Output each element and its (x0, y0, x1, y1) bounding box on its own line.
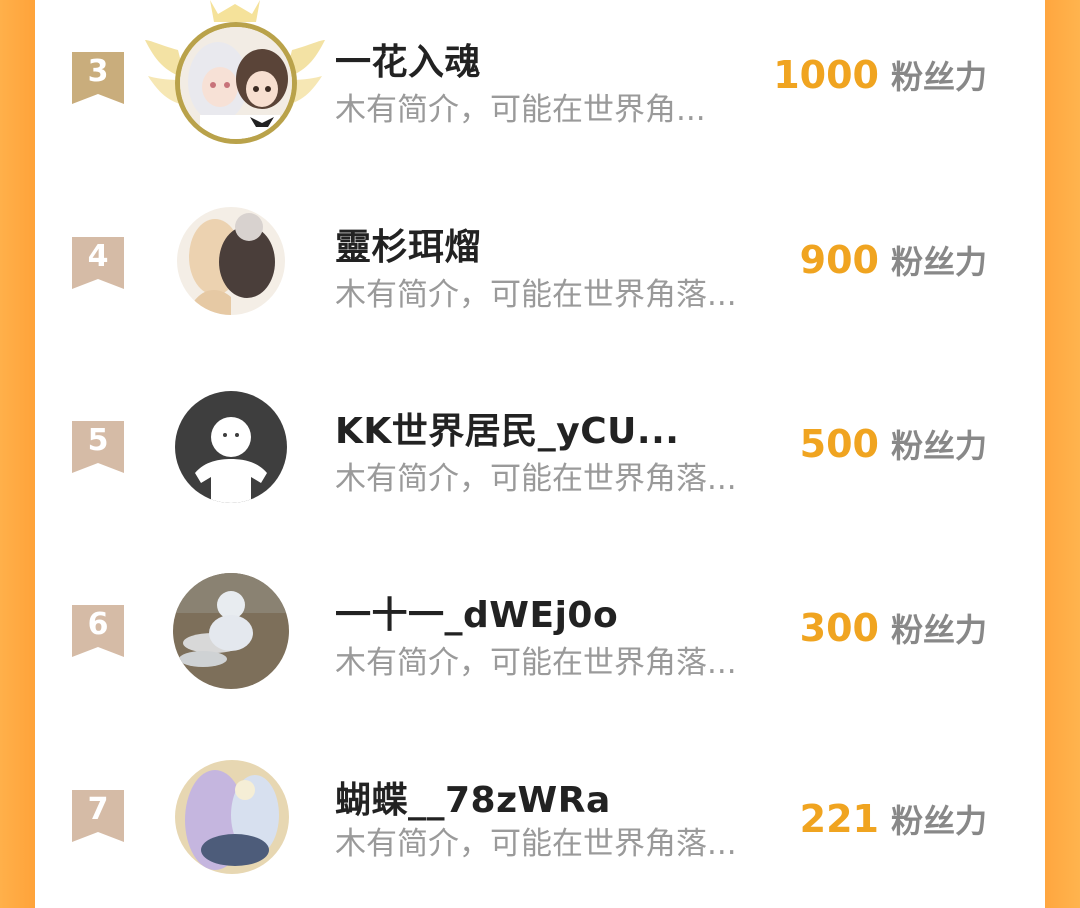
avatar[interactable] (175, 22, 297, 144)
score-value: 300 (799, 606, 879, 650)
fan-power-score: 300 粉丝力 (800, 605, 987, 651)
anime-two-girls-avatar-icon (180, 27, 292, 139)
list-item[interactable]: 5 KK世界居民_yCU... 木有简介，可能在世界角落... 500 粉丝力 (35, 369, 1045, 539)
user-intro: 木有简介，可能在世界角落... (335, 277, 737, 313)
rank-badge: 3 (72, 52, 124, 104)
list-item[interactable]: 6 一十一_dWEj0o 木有简介，可能在世界角落... 300 粉丝力 (35, 553, 1045, 723)
snowman-photo-avatar-icon (173, 573, 289, 689)
fan-ranking-list: 3 一花入魂 木有简介，可能在世界角... 1000 粉丝力 4 靈杉珥熘 木有… (35, 0, 1045, 874)
fantasy-art-avatar-icon (175, 760, 289, 874)
score-value: 221 (799, 797, 879, 841)
user-name[interactable]: 一十一_dWEj0o (335, 586, 618, 638)
score-unit: 粉丝力 (890, 243, 987, 281)
avatar[interactable] (175, 760, 289, 874)
fan-power-score: 221 粉丝力 (800, 796, 987, 842)
user-name[interactable]: 蝴蝶__78zWRa (335, 771, 611, 823)
score-unit: 粉丝力 (890, 802, 987, 840)
fan-power-score: 500 粉丝力 (800, 421, 987, 467)
score-unit: 粉丝力 (890, 611, 987, 649)
fan-power-score: 900 粉丝力 (800, 237, 987, 283)
rank-badge: 7 (72, 790, 124, 842)
user-name[interactable]: KK世界居民_yCU... (335, 402, 679, 454)
list-item[interactable]: 7 蝴蝶__78zWRa 木有简介，可能在世界角落... 221 粉丝力 (35, 738, 1045, 908)
avatar[interactable] (177, 207, 285, 315)
list-item[interactable]: 4 靈杉珥熘 木有简介，可能在世界角落... 900 粉丝力 (35, 185, 1045, 355)
list-item[interactable]: 3 一花入魂 木有简介，可能在世界角... 1000 粉丝力 (35, 0, 1045, 170)
score-unit: 粉丝力 (890, 427, 987, 465)
score-value: 500 (799, 422, 879, 466)
rank-badge: 6 (72, 605, 124, 657)
score-value: 900 (799, 238, 879, 282)
user-intro: 木有简介，可能在世界角落... (335, 645, 737, 681)
fan-power-score: 1000 粉丝力 (773, 52, 987, 98)
default-user-avatar-icon (175, 391, 287, 503)
score-value: 1000 (773, 53, 879, 97)
user-intro: 木有简介，可能在世界角... (335, 92, 706, 128)
user-intro: 木有简介，可能在世界角落... (335, 461, 737, 497)
user-intro: 木有简介，可能在世界角落... (335, 826, 737, 862)
avatar[interactable] (175, 391, 287, 503)
avatar[interactable] (173, 573, 289, 689)
user-name[interactable]: 一花入魂 (335, 33, 481, 85)
rank-badge: 5 (72, 421, 124, 473)
rank-badge: 4 (72, 237, 124, 289)
score-unit: 粉丝力 (890, 58, 987, 96)
anime-couple-avatar-icon (177, 207, 285, 315)
user-name[interactable]: 靈杉珥熘 (335, 218, 481, 270)
